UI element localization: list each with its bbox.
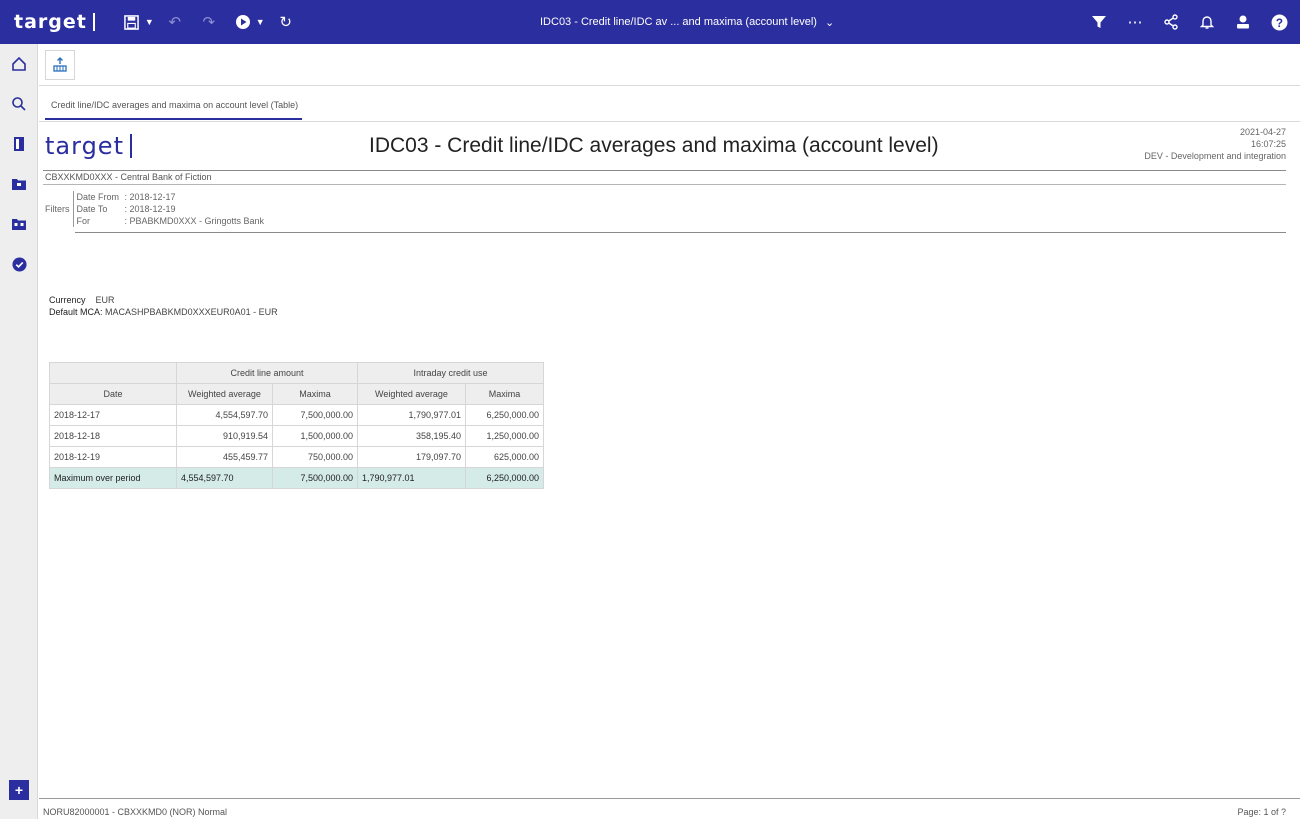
user-icon[interactable] — [1230, 9, 1256, 35]
report-bank: CBXXKMD0XXX - Central Bank of Fiction — [45, 172, 212, 182]
report-logo-text: target — [45, 132, 124, 160]
filters-label: Filters — [45, 204, 70, 214]
report-time: 16:07:25 — [1250, 139, 1286, 149]
table-column-header: Weighted average — [357, 383, 466, 405]
tab-bar: Credit line/IDC averages and maxima on a… — [39, 86, 1300, 122]
header-divider — [43, 170, 1286, 171]
table-group-header: Intraday credit use — [357, 362, 544, 384]
footer-status: NORU82000001 - CBXXKMD0 (NOR) Normal — [43, 807, 228, 817]
tab-report-table[interactable]: Credit line/IDC averages and maxima on a… — [45, 100, 303, 120]
left-rail: + — [0, 44, 38, 819]
top-bar: target ▼ ↶ ↷ ▼ ↻ IDC03 - Credit line/IDC… — [0, 0, 1300, 44]
table-group-header: Credit line amount — [176, 362, 358, 384]
page-indicator: Page: 1 of ? — [1237, 807, 1286, 817]
table-column-header: Date — [49, 383, 177, 405]
table-column-header: Maxima — [272, 383, 358, 405]
export-icon[interactable] — [45, 50, 75, 80]
table-column-header: Maxima — [465, 383, 544, 405]
help-icon[interactable]: ? — [1266, 9, 1292, 35]
document-title: IDC03 - Credit line/IDC av ... and maxim… — [540, 16, 817, 28]
home-icon[interactable] — [0, 44, 38, 84]
currency-label: Currency — [49, 295, 86, 305]
save-icon[interactable] — [119, 9, 145, 35]
filter-row: Date From: 2018-12-17 — [76, 192, 176, 202]
mca-label: Default MCA: — [49, 307, 103, 317]
save-menu-chevron-icon[interactable]: ▼ — [145, 17, 154, 27]
search-icon[interactable] — [0, 84, 38, 124]
currency-value: EUR — [95, 295, 115, 305]
report-page: target IDC03 - Credit line/IDC averages … — [39, 122, 1300, 802]
table-column-header: Weighted average — [176, 383, 273, 405]
currency-block: Currency EUR Default MCA: MACASHPBABKMD0… — [49, 294, 278, 318]
report-toolbar — [39, 44, 1300, 86]
filter-icon[interactable] — [1086, 9, 1112, 35]
add-icon[interactable]: + — [9, 780, 29, 800]
filter-row: For: PBABKMD0XXX - Gringotts Bank — [76, 216, 265, 226]
document-icon[interactable] — [0, 124, 38, 164]
bank-divider — [43, 184, 1286, 185]
run-icon[interactable] — [230, 9, 256, 35]
refresh-icon[interactable]: ↻ — [273, 9, 299, 35]
report-meta: 2021-04-27 16:07:25 DEV - Development an… — [1144, 126, 1286, 162]
redo-icon[interactable]: ↷ — [196, 9, 222, 35]
table-row: 2018-12-18 910,919.54 1,500,000.00 358,195.… — [49, 425, 544, 447]
averages-table: Credit line amount Intraday credit use D… — [49, 362, 544, 489]
report-title: IDC03 - Credit line/IDC averages and max… — [369, 134, 939, 157]
brand-text: target — [14, 11, 87, 33]
share-icon[interactable] — [1158, 9, 1184, 35]
shared-folder-icon[interactable] — [0, 204, 38, 244]
filter-row: Date To: 2018-12-19 — [76, 204, 176, 214]
table-row: 2018-12-17 4,554,597.70 7,500,000.00 1,790,… — [49, 404, 544, 426]
report-environment: DEV - Development and integration — [1144, 151, 1286, 161]
filters-block: Filters Date From: 2018-12-17 Date To: 2… — [45, 191, 264, 227]
report-date: 2021-04-27 — [1239, 127, 1286, 137]
table-header-empty — [49, 362, 177, 384]
check-circle-icon[interactable] — [0, 244, 38, 284]
table-row: 2018-12-19 455,459.77 750,000.00 179,097.70… — [49, 446, 544, 468]
table-max-row: Maximum over period 4,554,597.70 7,500,000… — [49, 467, 544, 489]
chevron-down-icon: ⌄ — [824, 16, 835, 29]
filters-divider — [75, 232, 1286, 233]
bell-icon[interactable] — [1194, 9, 1220, 35]
brand-logo: target — [14, 11, 95, 33]
run-menu-chevron-icon[interactable]: ▼ — [256, 17, 265, 27]
more-icon[interactable]: ⋯ — [1122, 9, 1148, 35]
undo-icon[interactable]: ↶ — [162, 9, 188, 35]
table-header-row: Date Weighted average Maxima Weighted av… — [49, 383, 544, 405]
report-footer: NORU82000001 - CBXXKMD0 (NOR) Normal Pag… — [39, 798, 1300, 819]
table-group-header-row: Credit line amount Intraday credit use — [49, 362, 544, 384]
mca-value: MACASHPBABKMD0XXXEUR0A01 - EUR — [105, 307, 278, 317]
report-logo: target — [45, 132, 132, 160]
folder-icon[interactable] — [0, 164, 38, 204]
svg-text:?: ? — [1275, 16, 1282, 29]
document-title-dropdown[interactable]: IDC03 - Credit line/IDC av ... and maxim… — [540, 0, 834, 44]
